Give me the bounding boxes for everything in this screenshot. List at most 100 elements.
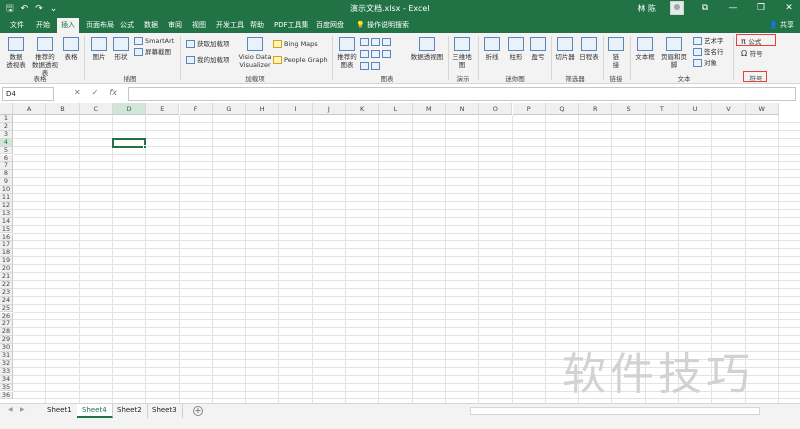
signature-line-button[interactable]: 签名行 <box>693 48 724 57</box>
tab-page-layout[interactable]: 页面布局 <box>82 18 118 33</box>
column-header[interactable]: C <box>79 103 113 115</box>
tell-me-search[interactable]: 💡 操作说明搜索 <box>352 18 413 33</box>
sheet-tab-active[interactable]: Sheet4 <box>77 404 113 418</box>
sparkline-line-button[interactable]: 折线 <box>482 37 502 61</box>
tab-baidu-netdisk[interactable]: 百度网盘 <box>312 18 348 33</box>
tab-review[interactable]: 审阅 <box>164 18 186 33</box>
column-header[interactable]: Q <box>545 103 580 115</box>
customize-qat-icon[interactable]: ⌄ <box>50 3 58 15</box>
tab-pdf-tools[interactable]: PDF工具集 <box>270 18 313 33</box>
prev-sheet-icon[interactable]: ◀ <box>8 406 13 413</box>
people-graph-label: People Graph <box>284 56 328 64</box>
column-header[interactable]: E <box>146 103 180 115</box>
close-button[interactable]: ✕ <box>782 3 796 13</box>
sheet-tab[interactable]: Sheet3 <box>147 404 183 418</box>
tab-data[interactable]: 数据 <box>140 18 162 33</box>
bing-maps-button[interactable]: Bing Maps <box>273 40 318 49</box>
column-header[interactable]: G <box>212 103 247 115</box>
smartart-button[interactable]: SmartArt <box>134 37 174 46</box>
sheet-tab[interactable]: Sheet1 <box>42 404 78 418</box>
pivot-chart-button[interactable]: 数据透视图 <box>410 37 444 61</box>
textbox-button[interactable]: 文本框 <box>634 37 656 61</box>
column-header[interactable]: R <box>579 103 613 115</box>
my-addins-button[interactable]: 我的加载项 <box>186 56 230 65</box>
column-header[interactable]: M <box>412 103 446 115</box>
tab-view[interactable]: 视图 <box>188 18 210 33</box>
visio-visualizer-button[interactable]: Visio Data Visualizer <box>238 37 272 69</box>
tab-home[interactable]: 开始 <box>32 18 54 33</box>
ribbon-display-options-icon[interactable]: ⧉ <box>698 3 712 13</box>
column-header[interactable]: L <box>379 103 413 115</box>
column-header[interactable]: U <box>679 103 713 115</box>
save-icon[interactable]: 🖫 <box>6 3 14 15</box>
column-header[interactable]: P <box>512 103 546 115</box>
next-sheet-icon[interactable]: ▶ <box>20 406 25 413</box>
table-button[interactable]: 表格 <box>62 37 80 61</box>
people-graph-button[interactable]: People Graph <box>273 56 328 65</box>
gridline <box>13 240 800 242</box>
recommended-pivot-button[interactable]: 推荐的 数据透视表 <box>30 37 60 77</box>
chart-type-buttons-2[interactable] <box>360 50 393 59</box>
column-header[interactable]: H <box>246 103 280 115</box>
sheet-tab[interactable]: Sheet2 <box>112 404 148 418</box>
add-sheet-button[interactable]: + <box>193 406 203 416</box>
redo-icon[interactable]: ↷ <box>35 3 43 15</box>
timeline-button[interactable]: 日程表 <box>578 37 600 61</box>
chart-type-buttons-3[interactable] <box>360 62 382 71</box>
wordart-button[interactable]: 艺术字 <box>693 37 724 46</box>
cancel-icon[interactable]: ✕ <box>74 88 81 97</box>
formula-input[interactable] <box>128 87 796 101</box>
shapes-button[interactable]: 形状 <box>112 37 130 61</box>
row-header[interactable]: 36 <box>0 391 13 400</box>
signature-icon <box>693 48 702 56</box>
user-name[interactable]: 林 陈 <box>637 3 656 14</box>
tab-formulas[interactable]: 公式 <box>116 18 138 33</box>
column-header[interactable]: F <box>179 103 213 115</box>
column-header[interactable]: O <box>479 103 513 115</box>
get-addins-button[interactable]: 获取加载项 <box>186 40 230 49</box>
header-footer-button[interactable]: 页眉和页脚 <box>658 37 690 69</box>
chart-type-buttons[interactable] <box>360 38 393 47</box>
recommended-charts-button[interactable]: 推荐的 图表 <box>336 37 358 69</box>
link-button[interactable]: 链 接 <box>607 37 625 69</box>
column-header[interactable]: I <box>279 103 313 115</box>
quick-access-toolbar: 🖫 ↶ ↷ ⌄ <box>6 3 57 15</box>
name-box[interactable]: D4 <box>2 87 54 101</box>
insert-function-icon[interactable]: fx <box>109 88 117 97</box>
minimize-button[interactable]: — <box>726 3 740 13</box>
tab-help[interactable]: 帮助 <box>246 18 268 33</box>
column-header[interactable]: S <box>612 103 646 115</box>
sparkline-winloss-button[interactable]: 盈亏 <box>528 37 548 61</box>
column-header[interactable]: V <box>712 103 746 115</box>
column-header[interactable]: A <box>13 103 47 115</box>
signature-line-label: 签名行 <box>704 48 724 56</box>
tab-developer[interactable]: 开发工具 <box>212 18 248 33</box>
column-header[interactable]: B <box>46 103 80 115</box>
object-button[interactable]: 对象 <box>693 59 717 68</box>
column-header[interactable]: K <box>346 103 380 115</box>
tab-file[interactable]: 文件 <box>6 18 28 33</box>
avatar[interactable] <box>670 1 684 15</box>
column-header[interactable]: D <box>112 103 147 115</box>
screenshot-button[interactable]: 屏幕截图 <box>134 48 171 57</box>
horizontal-scrollbar[interactable] <box>470 407 760 415</box>
restore-button[interactable]: ❐ <box>754 3 768 13</box>
wordart-icon <box>693 37 702 45</box>
fill-handle[interactable] <box>143 144 148 149</box>
enter-icon[interactable]: ✓ <box>92 88 99 97</box>
3d-map-button[interactable]: 三维地 图 <box>452 37 472 69</box>
pictures-button[interactable]: 图片 <box>90 37 108 61</box>
slicer-button[interactable]: 切片器 <box>554 37 576 61</box>
share-button[interactable]: 👤 共享 <box>769 18 794 33</box>
tab-insert[interactable]: 插入 <box>57 18 79 33</box>
active-cell[interactable] <box>111 137 147 148</box>
column-header[interactable]: J <box>312 103 346 115</box>
sparkline-line-label: 折线 <box>485 53 499 61</box>
symbol-button[interactable]: Ω 符号 <box>741 49 763 59</box>
column-header[interactable]: W <box>745 103 779 115</box>
undo-icon[interactable]: ↶ <box>21 3 29 15</box>
sparkline-column-button[interactable]: 柱形 <box>506 37 526 61</box>
pivot-table-button[interactable]: 数据 透视表 <box>4 37 28 69</box>
column-header[interactable]: N <box>445 103 480 115</box>
column-header[interactable]: T <box>645 103 679 115</box>
